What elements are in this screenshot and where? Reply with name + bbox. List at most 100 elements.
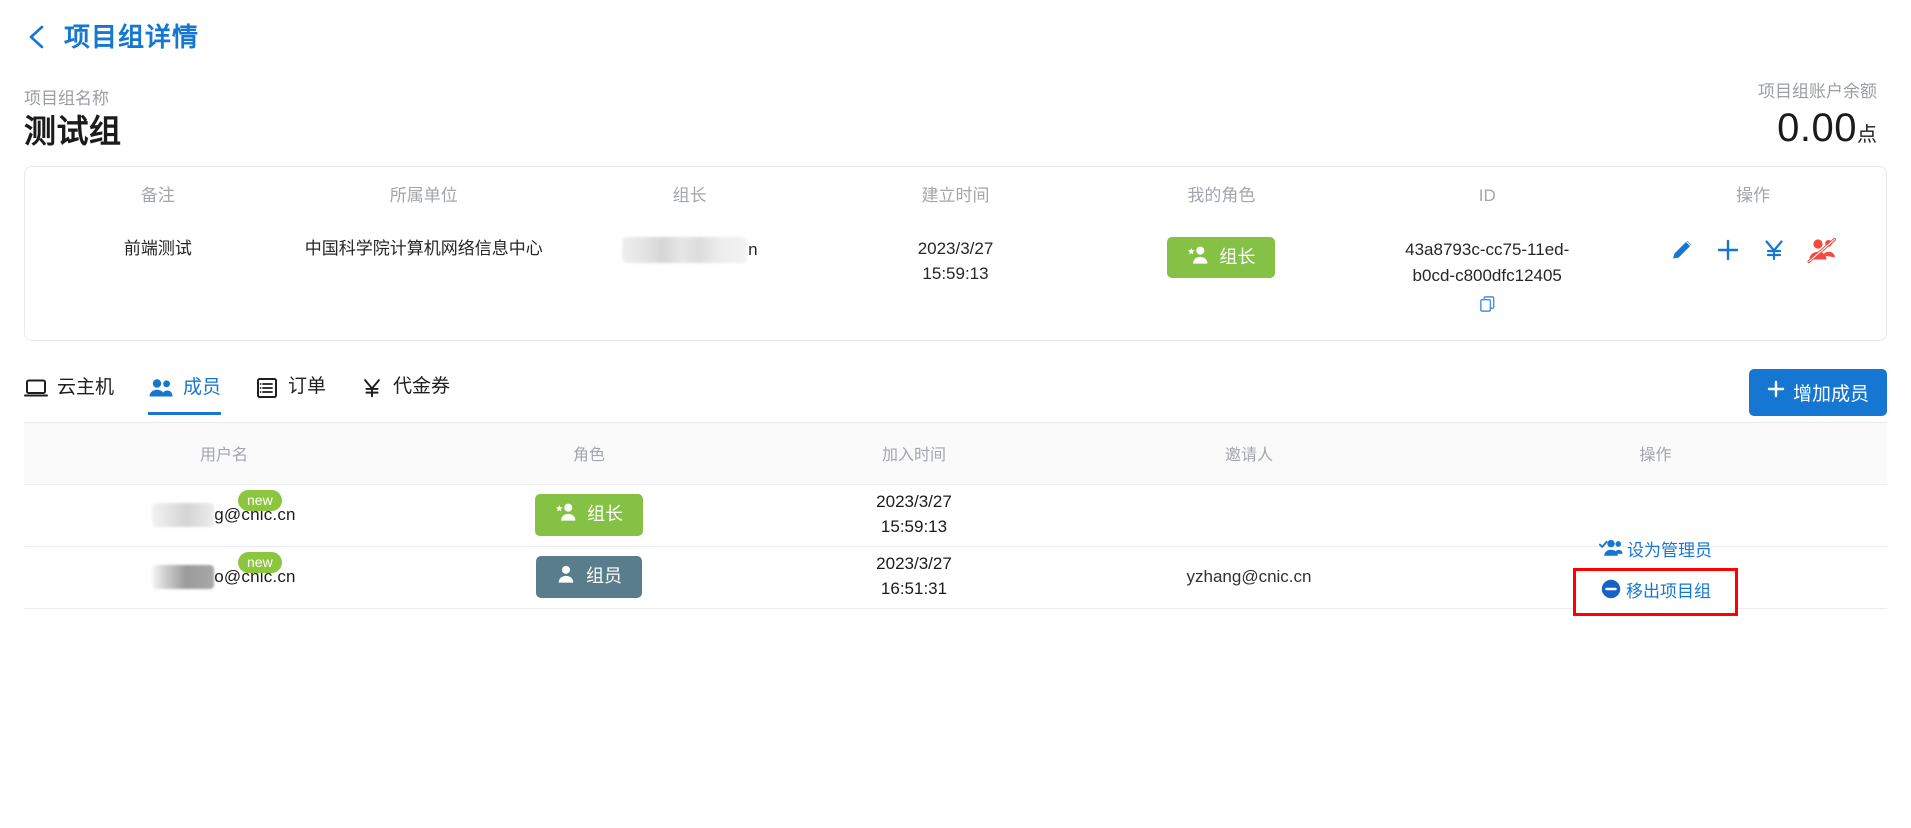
cell-username: g@cnic.cn new: [24, 490, 424, 528]
role-badge-member: 组员: [536, 556, 642, 598]
tab-list: 云主机 成员 订单 代金券: [24, 376, 450, 415]
project-group-detail-page: 项目组详情 项目组名称 测试组 项目组账户余额 0.00点 备注 前端测试 所属…: [0, 0, 1911, 828]
tab-label-cloud-host: 云主机: [57, 376, 115, 398]
join-date: 2023/3/27: [876, 492, 952, 512]
role-badge-label: 组员: [586, 566, 622, 587]
info-col-create-time: 建立时间 2023/3/27 15:59:13: [823, 185, 1089, 286]
info-value-id: 43a8793c-cc75-11ed-b0cd-c800dfc12405: [1405, 239, 1570, 286]
tab-orders[interactable]: 订单: [255, 376, 326, 415]
member-action-links: 设为管理员 移出项目组: [1432, 538, 1879, 617]
info-value-remark: 前端测试: [123, 238, 192, 258]
column-header-operations: 操作: [1639, 447, 1672, 465]
info-value-organization: 中国科学院计算机网络信息中心: [304, 238, 543, 258]
new-badge: new: [238, 490, 282, 512]
cell-role: 组长: [424, 494, 754, 536]
yen-icon[interactable]: [1761, 237, 1787, 263]
star-person-icon: [555, 502, 577, 528]
cell-username: o@cnic.cn new: [24, 552, 424, 590]
tab-vouchers[interactable]: 代金券: [360, 376, 450, 415]
info-col-my-role: 我的角色 组长: [1088, 185, 1354, 279]
info-col-organization: 所属单位 中国科学院计算机网络信息中心: [291, 185, 557, 262]
person-icon: [556, 564, 576, 590]
members-table: 用户名 角色 加入时间 邀请人 操作 g@cnic.cn new 组长 2023…: [24, 421, 1887, 617]
laptop-icon: [24, 377, 48, 399]
set-as-admin-button[interactable]: 设为管理员: [1598, 538, 1712, 564]
info-value-create-time: 2023/3/27 15:59:13: [829, 237, 1083, 286]
cell-role: 组员: [424, 556, 754, 598]
group-balance-block: 项目组账户余额 0.00点: [1758, 80, 1877, 150]
set-as-admin-label: 设为管理员: [1627, 540, 1712, 560]
group-info-card: 备注 前端测试 所属单位 中国科学院计算机网络信息中心 组长 n 建立时间 20…: [24, 165, 1887, 341]
tab-label-members: 成员: [183, 376, 222, 398]
remove-from-group-button[interactable]: 移出项目组: [1573, 568, 1738, 617]
info-head-id: ID: [1478, 185, 1496, 205]
group-balance-value: 0.00: [1777, 105, 1857, 150]
star-person-icon: [1187, 245, 1209, 271]
table-header-row: 用户名 角色 加入时间 邀请人 操作: [24, 422, 1887, 485]
my-role-badge: 组长: [1167, 236, 1276, 279]
group-balance-unit: 点: [1857, 123, 1877, 146]
cell-inviter: yzhang@cnic.cn: [1186, 567, 1312, 587]
column-header-inviter: 邀请人: [1224, 447, 1273, 465]
role-badge-leader: 组长: [535, 494, 643, 536]
info-col-operations: 操作: [1620, 185, 1886, 263]
join-date: 2023/3/27: [876, 554, 952, 574]
add-member-button-label: 增加成员: [1792, 383, 1869, 405]
new-badge: new: [238, 552, 282, 574]
summary-bar: 项目组名称 测试组 项目组账户余额 0.00点: [0, 58, 1911, 150]
group-name-label: 项目组名称: [24, 89, 109, 109]
group-balance-value-row: 0.00点: [1758, 106, 1877, 150]
edit-icon[interactable]: [1669, 237, 1695, 263]
join-time: 16:51:31: [880, 579, 948, 599]
tab-cloud-host[interactable]: 云主机: [24, 377, 114, 415]
info-value-leader: n: [563, 236, 817, 263]
info-col-leader: 组长 n: [557, 185, 823, 263]
chevron-left-icon[interactable]: [24, 24, 50, 50]
yen-icon: [360, 376, 384, 400]
tab-members[interactable]: 成员: [148, 376, 222, 415]
tab-bar: 云主机 成员 订单 代金券 增加成员: [24, 368, 1887, 422]
info-head-operations: 操作: [1736, 185, 1771, 205]
disband-group-icon[interactable]: [1807, 237, 1837, 263]
info-head-create-time: 建立时间: [921, 185, 990, 205]
blur-bar: [152, 565, 215, 590]
my-role-badge-label: 组长: [1219, 246, 1256, 267]
group-name-value: 测试组: [24, 113, 122, 149]
tab-label-orders: 订单: [288, 376, 327, 398]
page-title: 项目组详情: [64, 22, 200, 52]
group-name-block: 项目组名称 测试组: [24, 87, 122, 150]
info-head-my-role: 我的角色: [1187, 185, 1256, 205]
create-time: 15:59:13: [922, 263, 989, 283]
create-date: 2023/3/27: [917, 238, 994, 258]
column-header-join-time: 加入时间: [881, 447, 946, 465]
add-member-button[interactable]: 增加成员: [1748, 368, 1887, 416]
page-header: 项目组详情: [0, 0, 1911, 58]
blur-bar: [622, 236, 748, 263]
leader-name-visible-tail: n: [748, 239, 758, 259]
minus-circle-icon: [1600, 578, 1622, 606]
info-col-id: ID 43a8793c-cc75-11ed-b0cd-c800dfc12405: [1354, 185, 1620, 318]
tab-label-vouchers: 代金券: [393, 376, 451, 398]
group-balance-label: 项目组账户余额: [1758, 82, 1877, 101]
copy-icon[interactable]: [1478, 294, 1497, 313]
people-icon: [148, 377, 174, 399]
cell-join-time: 2023/3/27 15:59:13: [754, 490, 1074, 539]
info-col-remark: 备注 前端测试: [25, 185, 291, 262]
group-action-icons: [1626, 237, 1880, 263]
redacted-leader-name: n: [622, 236, 758, 263]
info-value-my-role: 组长: [1094, 236, 1348, 279]
list-icon: [255, 376, 279, 400]
person-check-icon: [1598, 538, 1623, 564]
cell-operations: 设为管理员 移出项目组: [1424, 538, 1887, 617]
plus-icon[interactable]: [1715, 237, 1741, 263]
join-time: 15:59:13: [880, 517, 948, 537]
column-header-username: 用户名: [199, 447, 248, 465]
column-header-role: 角色: [572, 447, 605, 465]
info-head-leader: 组长: [672, 185, 707, 205]
cell-join-time: 2023/3/27 16:51:31: [754, 552, 1074, 601]
table-row: o@cnic.cn new 组员 2023/3/27 16:51:31 yzha…: [24, 539, 1887, 617]
role-badge-label: 组长: [587, 504, 623, 525]
info-head-organization: 所属单位: [389, 185, 458, 205]
blur-bar: [152, 503, 215, 528]
info-head-remark: 备注: [140, 185, 175, 205]
